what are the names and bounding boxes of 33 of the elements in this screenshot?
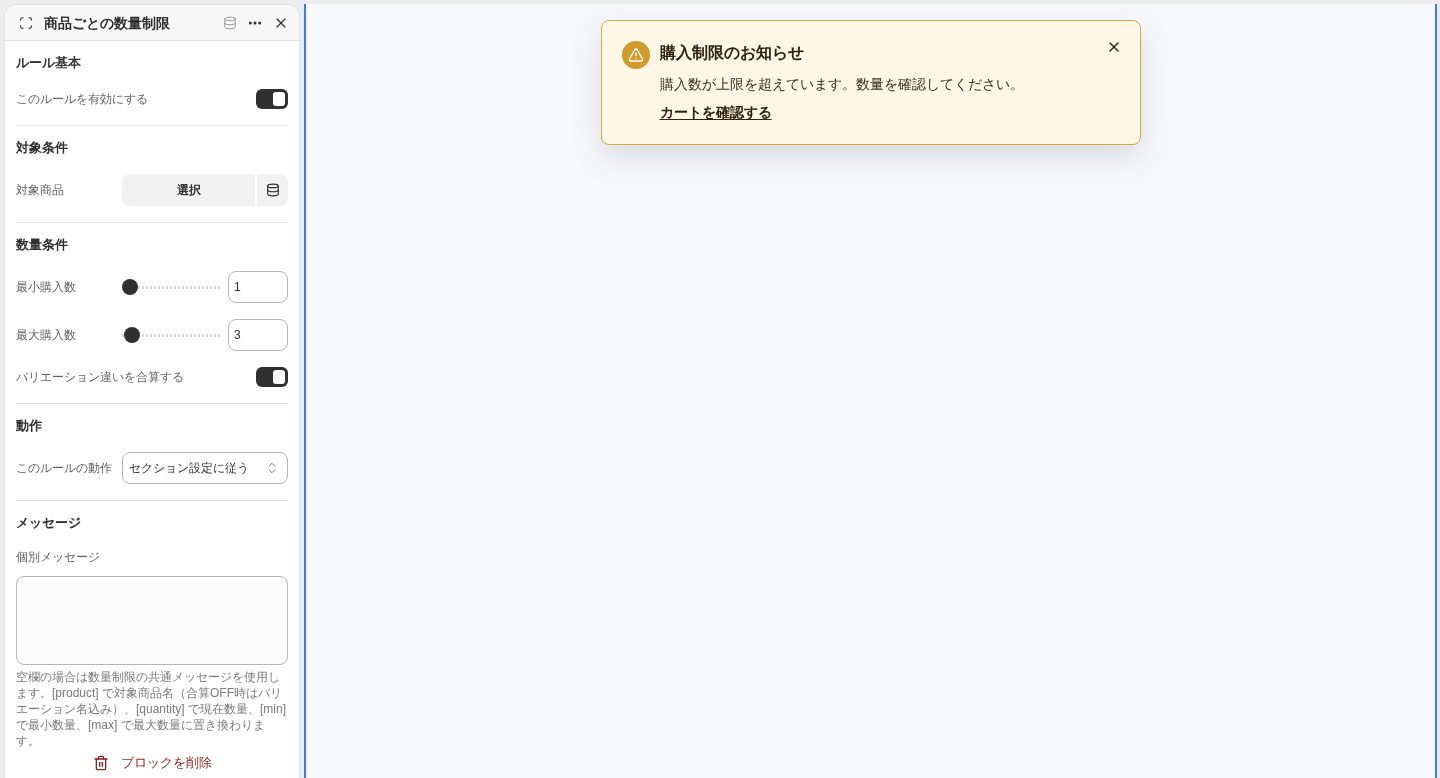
field-label: このルールの動作	[16, 460, 113, 476]
section-heading: 動作	[16, 418, 43, 434]
slider-track[interactable]	[122, 327, 220, 343]
delete-block-button[interactable]: ブロックを削除	[84, 749, 220, 777]
action-select[interactable]: セクション設定に従う	[122, 452, 288, 484]
slider-thumb[interactable]	[122, 279, 138, 295]
section-heading: 数量条件	[16, 237, 69, 253]
section-heading: ルール基本	[16, 55, 82, 71]
help-text: 空欄の場合は数量制限の共通メッセージを使用します。[product] で対象商品名（合算OFF時はバリエーション名込み）、[quantity] で現在数量、[min] で最小数量、[max] で最大数量に置き換わります。	[16, 669, 288, 749]
panel-title: 商品ごとの数量制限	[44, 13, 170, 33]
trash-icon	[92, 755, 109, 771]
notification-message: 購入数が上限を超えています。数量を確認してください。	[659, 75, 1025, 94]
toggle-switch[interactable]	[256, 89, 288, 109]
field-label: このルールを有効にする	[16, 91, 148, 107]
field-label: 最大購入数	[16, 327, 77, 343]
section-heading: 対象条件	[16, 140, 69, 156]
field-label: 個別メッセージ	[16, 549, 101, 565]
number-input[interactable]: 3	[228, 319, 288, 351]
cart-link[interactable]: カートを確認する	[659, 102, 772, 122]
warning-icon	[621, 41, 650, 69]
section-heading: メッセージ	[16, 515, 82, 531]
field-label: バリエーション違いを合算する	[16, 369, 184, 385]
slider-thumb[interactable]	[123, 327, 140, 343]
notification-title: 購入制限のお知らせ	[659, 43, 805, 63]
slider-track[interactable]	[122, 279, 220, 295]
block-icon	[19, 15, 33, 30]
database-icon	[265, 183, 280, 197]
toggle-switch[interactable]	[256, 367, 288, 387]
select-products-button[interactable]: 選択	[122, 174, 255, 206]
number-input[interactable]: 1	[228, 271, 288, 303]
data-source-button[interactable]	[257, 174, 288, 206]
field-label: 最小購入数	[16, 279, 77, 295]
field-label: 対象商品	[16, 182, 65, 198]
